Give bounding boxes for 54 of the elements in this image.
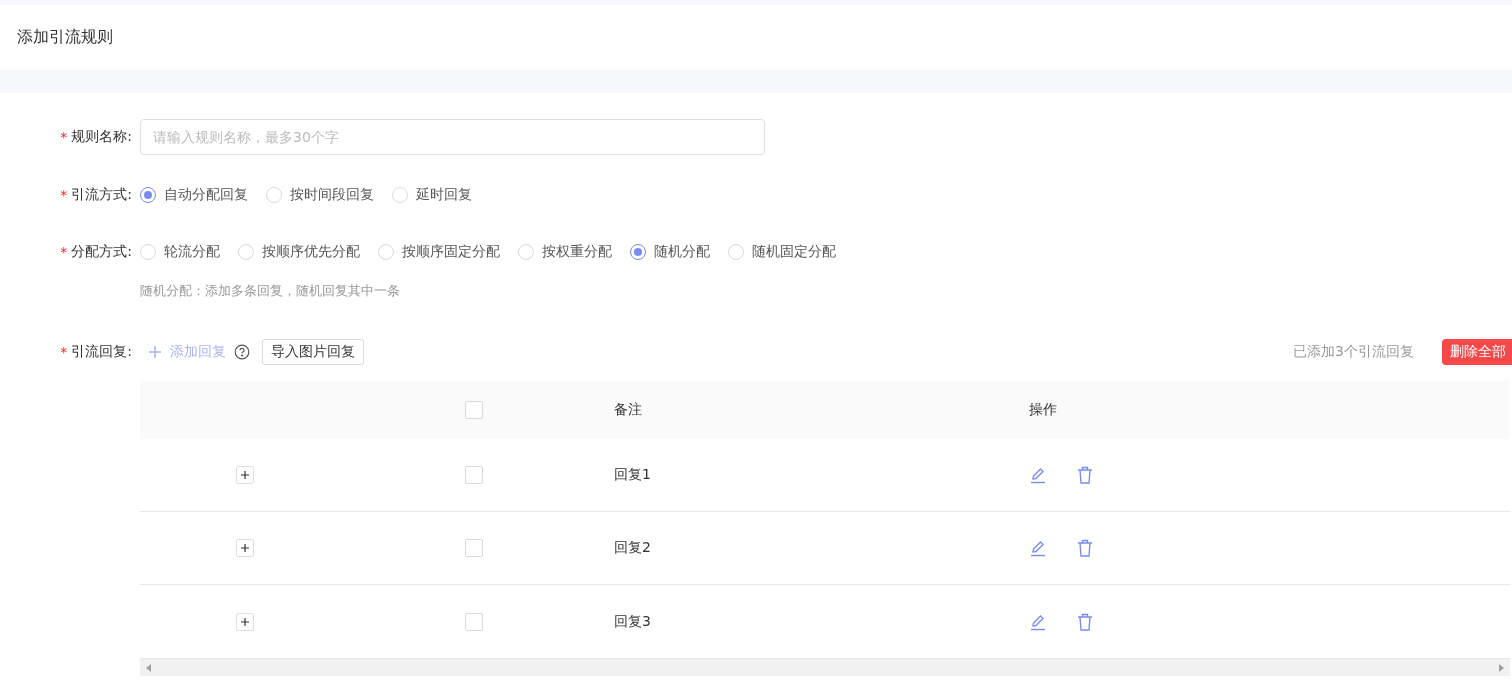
required-mark: * bbox=[60, 244, 68, 260]
trash-icon bbox=[1077, 612, 1093, 631]
import-image-button[interactable]: 导入图片回复 bbox=[262, 339, 364, 365]
field-label: 分配方式: bbox=[71, 243, 132, 261]
radio-option[interactable]: 按时间段回复 bbox=[266, 186, 374, 204]
horizontal-scrollbar[interactable] bbox=[140, 658, 1510, 676]
required-mark: * bbox=[60, 129, 68, 145]
expand-button[interactable] bbox=[236, 612, 254, 631]
pencil-icon bbox=[1029, 466, 1047, 484]
radio-option[interactable]: 随机固定分配 bbox=[728, 243, 836, 261]
field-label: 引流回复: bbox=[71, 343, 132, 361]
radio-option[interactable]: 轮流分配 bbox=[140, 243, 220, 261]
radio-option[interactable]: 按权重分配 bbox=[518, 243, 612, 261]
field-label: 引流方式: bbox=[71, 186, 132, 204]
checkbox[interactable] bbox=[465, 612, 483, 631]
plus-icon bbox=[241, 544, 249, 552]
right-arrow-icon[interactable] bbox=[1499, 663, 1504, 672]
left-arrow-icon[interactable] bbox=[146, 663, 151, 672]
column-header: 备注 bbox=[614, 401, 642, 419]
table-cell: 回复2 bbox=[614, 539, 651, 557]
page-title: 添加引流规则 bbox=[17, 27, 113, 48]
trash-icon bbox=[1077, 466, 1093, 484]
delete-button[interactable] bbox=[1077, 612, 1093, 631]
radio-option[interactable]: 自动分配回复 bbox=[140, 186, 248, 204]
expand-button[interactable] bbox=[236, 539, 254, 557]
radio-option[interactable]: 延时回复 bbox=[392, 186, 472, 204]
column-header: 操作 bbox=[1029, 401, 1057, 419]
pencil-icon bbox=[1029, 539, 1047, 557]
plus-icon bbox=[241, 617, 249, 626]
radio-option[interactable]: 按顺序固定分配 bbox=[378, 243, 500, 261]
radio-option[interactable]: 按顺序优先分配 bbox=[238, 243, 360, 261]
edit-button[interactable] bbox=[1029, 612, 1047, 631]
edit-button[interactable] bbox=[1029, 466, 1047, 484]
checkbox[interactable] bbox=[465, 539, 483, 557]
field-label: 规则名称: bbox=[71, 128, 132, 146]
plus-icon bbox=[241, 471, 249, 479]
expand-button[interactable] bbox=[236, 466, 254, 484]
help-icon[interactable] bbox=[234, 344, 250, 360]
edit-button[interactable] bbox=[1029, 539, 1047, 557]
trash-icon bbox=[1077, 539, 1093, 557]
delete-button[interactable] bbox=[1077, 466, 1093, 484]
plus-icon bbox=[148, 345, 162, 359]
table-cell: 回复1 bbox=[614, 466, 651, 484]
required-mark: * bbox=[60, 344, 68, 360]
checkbox[interactable] bbox=[465, 401, 483, 419]
reply-count-text: 已添加3个引流回复 bbox=[1293, 343, 1414, 361]
delete-button[interactable] bbox=[1077, 539, 1093, 557]
delete-all-button[interactable]: 删除全部 bbox=[1442, 339, 1512, 365]
required-mark: * bbox=[60, 187, 68, 203]
pencil-icon bbox=[1029, 612, 1047, 631]
checkbox[interactable] bbox=[465, 466, 483, 484]
radio-option[interactable]: 随机分配 bbox=[630, 243, 710, 261]
table-cell: 回复3 bbox=[614, 612, 651, 631]
rule-name-input[interactable]: 请输入规则名称，最多30个字 bbox=[140, 119, 765, 155]
